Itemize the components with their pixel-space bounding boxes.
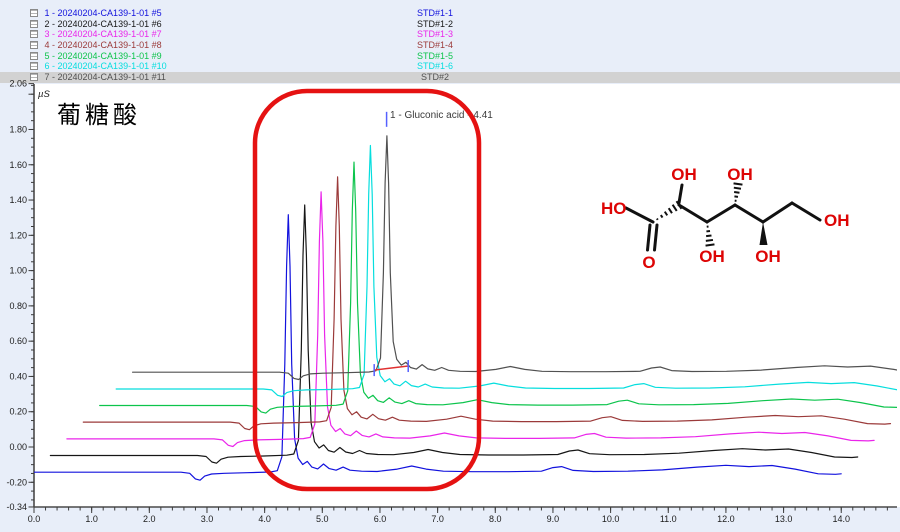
x-tick-label: 12.0 bbox=[717, 514, 735, 524]
y-axis-unit: µS bbox=[38, 89, 50, 100]
compound-name-cjk: 葡糖酸 bbox=[57, 102, 141, 129]
y-tick-label: -0.34 bbox=[6, 502, 27, 512]
x-tick-label: 14.0 bbox=[832, 514, 850, 524]
x-tick-label: 8.0 bbox=[489, 514, 502, 524]
y-tick-label: 2.06 bbox=[9, 79, 27, 89]
x-tick-label: 3.0 bbox=[201, 514, 214, 524]
y-tick-label: 0.00 bbox=[9, 442, 27, 452]
atom-label-oh-c6: OH bbox=[824, 211, 850, 230]
y-tick-label: 0.80 bbox=[9, 301, 27, 311]
x-tick-label: 7.0 bbox=[431, 514, 444, 524]
atom-label-oh-c3: OH bbox=[699, 247, 725, 266]
y-tick-label: 1.80 bbox=[9, 124, 27, 134]
atom-label-carbonyl-o: O bbox=[642, 253, 655, 272]
y-tick-label: 1.40 bbox=[9, 195, 27, 205]
x-tick-label: 9.0 bbox=[547, 514, 560, 524]
y-tick-label: 0.20 bbox=[9, 407, 27, 417]
x-tick-label: 10.0 bbox=[602, 514, 620, 524]
atom-label-oh-c5: OH bbox=[755, 247, 781, 266]
plot-background[interactable] bbox=[34, 84, 900, 507]
y-tick-label: 0.60 bbox=[9, 336, 27, 346]
peak-label: 1 - Gluconic acid - 4.41 bbox=[390, 110, 493, 121]
y-tick-label: 1.60 bbox=[9, 160, 27, 170]
x-tick-label: 6.0 bbox=[374, 514, 387, 524]
atom-label-oh-c4: OH bbox=[727, 165, 753, 184]
y-tick-label: -0.20 bbox=[6, 477, 27, 487]
y-tick-label: 0.40 bbox=[9, 371, 27, 381]
x-tick-label: 11.0 bbox=[660, 514, 677, 524]
x-tick-label: 13.0 bbox=[775, 514, 793, 524]
x-tick-label: 4.0 bbox=[258, 514, 271, 524]
chromatogram-plot: 0.0 1.0 2.0 3.0 4.0 5.0 6.0 7.0 8.0 9.0 10.0 11.0 12… bbox=[0, 0, 900, 532]
x-tick-label: 0.0 bbox=[28, 514, 41, 524]
y-tick-label: 1.20 bbox=[9, 230, 27, 240]
atom-label-oh-c2: OH bbox=[671, 165, 697, 184]
x-tick-label: 5.0 bbox=[316, 514, 329, 524]
x-tick-label: 1.0 bbox=[85, 514, 98, 524]
chromatography-window: 1 - 20240204-CA139-1-01 #5 STD#1-1 2 - 2… bbox=[0, 0, 900, 532]
x-tick-label: 2.0 bbox=[143, 514, 156, 524]
atom-label-ho: HO bbox=[601, 199, 627, 218]
y-tick-label: 1.00 bbox=[9, 266, 27, 276]
